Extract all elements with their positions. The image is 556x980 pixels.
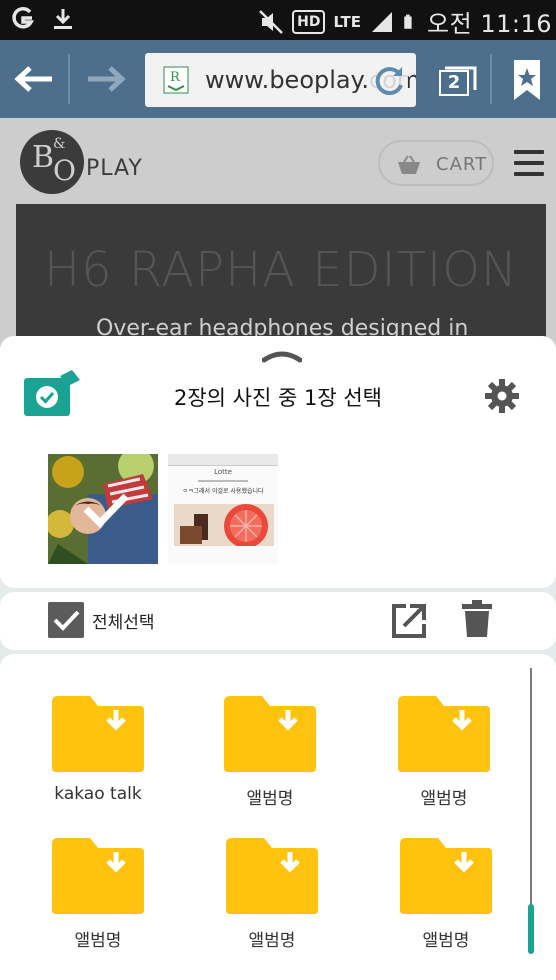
album-grid: kakao talk 앨범명 앨범명 앨범명 앨범명 앨범명: [0, 654, 556, 980]
brand-play-text: PLAY: [86, 156, 143, 181]
toolbar-divider: [490, 54, 492, 104]
action-bar: 전체선택: [0, 592, 556, 650]
album-label: 앨범명: [420, 789, 468, 809]
bo-play-logo[interactable]: B & O: [20, 130, 84, 194]
cart-button[interactable]: CART: [378, 140, 494, 186]
album-label: 앨범명: [248, 931, 296, 951]
webpage-content: B & O PLAY CART H6 RAPHA EDITION Over-ear …: [0, 118, 556, 354]
select-all-checkbox[interactable]: [48, 602, 84, 638]
mute-icon: [259, 9, 284, 34]
toolbar-divider: [68, 54, 70, 104]
folder-download-icon: [398, 696, 490, 772]
hamburger-menu-icon[interactable]: [514, 150, 546, 178]
clock: 오전 11:16: [427, 10, 552, 38]
album-label: 앨범명: [422, 931, 470, 951]
basket-icon: [398, 155, 420, 174]
album-folder[interactable]: 앨범명: [374, 838, 514, 978]
album-label: kakao talk: [54, 784, 142, 804]
selection-card: 2장의 사진 중 1장 선택 Lotte ㅇㅋ그래서 이걸로 사용했습니다: [0, 336, 556, 588]
thumb-browser-bar: [168, 454, 278, 466]
checkmark-icon: [53, 610, 80, 631]
scroll-track: [530, 668, 532, 944]
hero-banner[interactable]: H6 RAPHA EDITION Over-ear headphones des…: [16, 204, 546, 354]
album-folder[interactable]: 앨범명: [372, 696, 512, 836]
carrier-g-icon: [12, 7, 34, 29]
bookmark-icon[interactable]: [510, 58, 544, 102]
gear-icon[interactable]: [484, 378, 520, 414]
folder-download-icon: [226, 838, 318, 914]
album-folder[interactable]: kakao talk: [26, 696, 166, 836]
thumb-text-line: [198, 480, 248, 482]
sheet-title: 2장의 사진 중 1장 선택: [174, 386, 382, 410]
folder-download-icon: [400, 838, 492, 914]
forward-arrow-icon[interactable]: [84, 60, 128, 98]
hd-voice-badge: HD: [292, 9, 326, 34]
reload-icon[interactable]: [370, 61, 408, 99]
album-label: 앨범명: [246, 789, 294, 809]
album-label: 앨범명: [74, 931, 122, 951]
select-all-label[interactable]: 전체선택: [92, 608, 155, 633]
open-external-icon[interactable]: [390, 602, 428, 640]
hero-title: H6 RAPHA EDITION: [44, 242, 518, 298]
scroll-thumb[interactable]: [528, 904, 534, 954]
address-bar[interactable]: R www.beoplay.com: [145, 53, 416, 107]
grapefruit-photo: [174, 504, 274, 546]
status-bar: HD LTE 오전 11:16: [0, 0, 556, 40]
svg-text:R: R: [170, 70, 181, 85]
browser-toolbar: R www.beoplay.com 2: [0, 40, 556, 118]
signal-icon: [372, 11, 393, 32]
download-icon: [54, 9, 72, 29]
photo-thumbnail-selected[interactable]: [48, 454, 158, 564]
photo-thumbnail[interactable]: Lotte ㅇㅋ그래서 이걸로 사용했습니다: [168, 454, 278, 564]
tab-count: 2: [439, 70, 469, 96]
selected-check-icon: [83, 493, 129, 528]
folder-download-icon: [52, 696, 144, 772]
collapse-handle-icon[interactable]: [262, 348, 302, 364]
album-folder[interactable]: 앨범명: [200, 838, 340, 978]
tabs-button[interactable]: 2: [434, 60, 478, 100]
thumb-header-text: Lotte: [214, 468, 232, 476]
album-folder[interactable]: 앨범명: [26, 838, 166, 978]
lte-indicator: LTE: [333, 12, 362, 31]
site-favicon-icon: R: [163, 66, 189, 94]
folder-download-icon: [224, 696, 316, 772]
album-folder[interactable]: 앨범명: [198, 696, 338, 836]
battery-icon: [404, 14, 412, 29]
thumb-caption: ㅇㅋ그래서 이걸로 사용했습니다: [182, 488, 264, 495]
photo-picker-sheet: 2장의 사진 중 1장 선택 Lotte ㅇㅋ그래서 이걸로 사용했습니다 전체…: [0, 336, 556, 980]
cart-label: CART: [436, 154, 488, 175]
folder-download-icon: [52, 838, 144, 914]
back-arrow-icon[interactable]: [12, 60, 56, 98]
trash-icon[interactable]: [462, 600, 492, 638]
